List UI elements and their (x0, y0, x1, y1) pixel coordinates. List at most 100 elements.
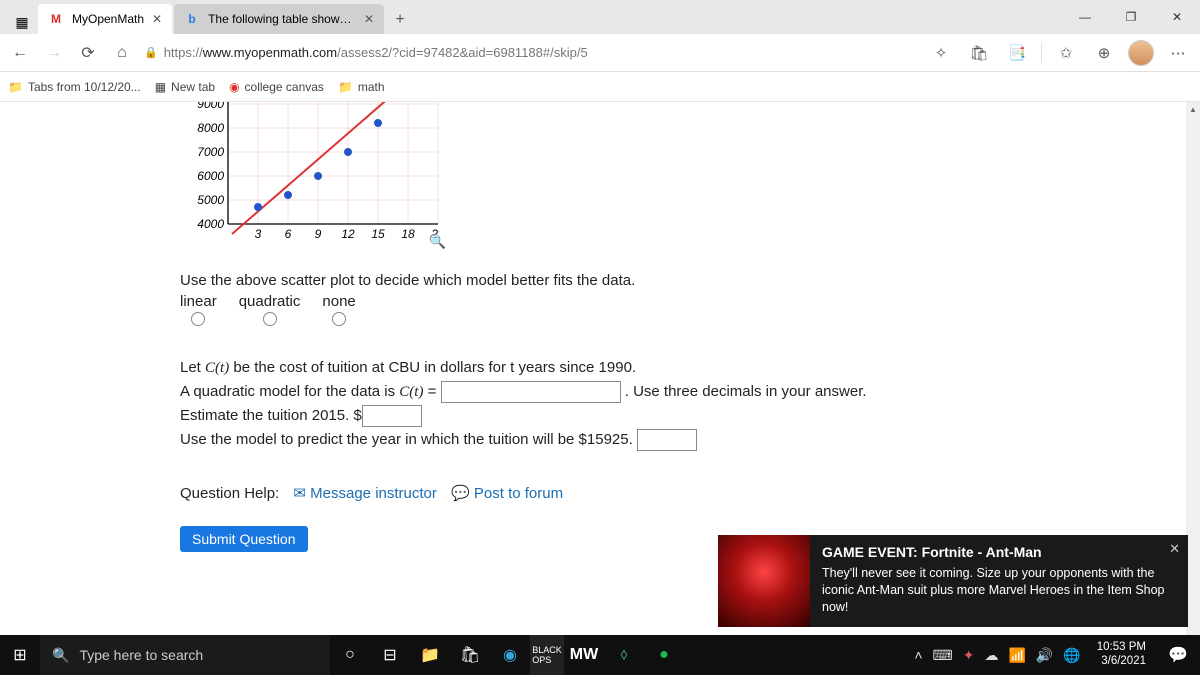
svg-text:9: 9 (315, 227, 322, 241)
collections-icon[interactable]: ⊕ (1090, 39, 1118, 67)
windows-taskbar: ⊞ 🔍 Type here to search ○ ⊟ 📁 🛍 ◉ BLACKO… (0, 635, 1200, 675)
favicon-b: b (184, 11, 200, 27)
bookmark-newtab[interactable]: ▦New tab (155, 80, 215, 94)
question-help: Question Help: ✉ Message instructor 💬 Po… (180, 484, 1186, 502)
year-input[interactable] (637, 429, 697, 451)
tab-title: The following table shows the tu (208, 12, 356, 26)
post-to-forum-link[interactable]: 💬 Post to forum (451, 485, 563, 502)
tracking-icon[interactable]: ✧ (927, 39, 955, 67)
svg-text:18: 18 (401, 227, 415, 241)
notification-title: GAME EVENT: Fortnite - Ant-Man (822, 543, 1176, 562)
scatter-plot: 40005000 60007000 80009000 369 121518 21 (180, 102, 440, 244)
maximize-button[interactable]: ❐ (1108, 0, 1154, 34)
game-event-notification[interactable]: GAME EVENT: Fortnite - Ant-Man They'll n… (718, 535, 1188, 627)
app-tray-icon[interactable]: ✦ (963, 647, 975, 664)
scroll-up-icon[interactable]: ▲ (1186, 102, 1200, 116)
address-bar: ← → ⟳ ⌂ 🔒 https://www.myopenmath.com/ass… (0, 34, 1200, 72)
bookmark-canvas[interactable]: ◉college canvas (229, 80, 324, 94)
url-field[interactable]: 🔒 https://www.myopenmath.com/assess2/?ci… (144, 45, 917, 60)
folder-icon: 📁 (8, 80, 23, 94)
question-paragraph-3: Estimate the tuition 2015. $ (180, 404, 1186, 428)
submit-question-button[interactable]: Submit Question (180, 526, 308, 552)
vertical-scrollbar[interactable]: ▲ (1186, 102, 1200, 635)
question-paragraph-1: Let C(t) be the cost of tuition at CBU i… (180, 356, 1186, 380)
notification-body: They'll never see it coming. Size up you… (822, 565, 1176, 616)
url-path: /assess2/?cid=97482&aid=6981188#/skip/5 (337, 45, 588, 60)
bookmark-tabs-folder[interactable]: 📁Tabs from 10/12/20... (8, 80, 141, 94)
model-input[interactable] (441, 381, 621, 403)
notification-image (718, 535, 810, 627)
close-tab-icon[interactable]: ✕ (364, 12, 374, 26)
svg-text:8000: 8000 (197, 121, 224, 135)
shopping-icon[interactable]: 🛍 (965, 39, 993, 67)
question-prompt: Use the above scatter plot to decide whi… (180, 272, 1186, 289)
refresh-button[interactable]: ⟳ (76, 41, 100, 65)
tab-myopenmath[interactable]: M MyOpenMath ✕ (38, 4, 172, 34)
home-button[interactable]: ⌂ (110, 41, 134, 65)
action-center-icon[interactable]: 💬 (1162, 639, 1194, 671)
svg-text:7000: 7000 (197, 145, 224, 159)
explorer-icon[interactable]: 📁 (410, 635, 450, 675)
mw-icon[interactable]: MW (564, 635, 604, 675)
svg-text:9000: 9000 (197, 102, 224, 111)
edge-icon[interactable]: ◉ (490, 635, 530, 675)
bethesda-icon[interactable]: ⬨ (604, 635, 644, 675)
svg-text:4000: 4000 (197, 217, 224, 231)
menu-button[interactable]: ⋯ (1164, 39, 1192, 67)
radio-icon[interactable] (263, 312, 277, 326)
lock-icon: 🔒 (144, 46, 158, 59)
favicon-m: M (48, 11, 64, 27)
volume-icon[interactable]: 🔊 (1036, 647, 1053, 664)
start-button[interactable]: ⊞ (0, 635, 40, 675)
profile-avatar[interactable] (1128, 40, 1154, 66)
new-tab-button[interactable]: + (386, 6, 414, 34)
option-quadratic[interactable]: quadratic (239, 293, 301, 326)
radio-icon[interactable] (191, 312, 205, 326)
back-button[interactable]: ← (8, 41, 32, 65)
tab-table[interactable]: b The following table shows the tu ✕ (174, 4, 384, 34)
zoom-icon[interactable]: 🔍 (429, 233, 446, 250)
blackops-icon[interactable]: BLACKOPS (530, 635, 564, 675)
close-notification-button[interactable]: ✕ (1169, 541, 1180, 557)
search-placeholder: Type here to search (79, 647, 203, 663)
bookmark-math[interactable]: 📁math (338, 80, 385, 94)
canvas-icon: ◉ (229, 80, 239, 94)
wifi-icon[interactable]: 📶 (1008, 647, 1025, 664)
forward-button: → (42, 41, 66, 65)
model-options: linear quadratic none (180, 293, 1186, 326)
taskbar-clock[interactable]: 10:53 PM 3/6/2021 (1091, 641, 1152, 669)
taskbar-search[interactable]: 🔍 Type here to search (40, 635, 330, 675)
spotify-icon[interactable]: ● (644, 635, 684, 675)
option-none[interactable]: none (322, 293, 355, 326)
svg-text:5000: 5000 (197, 193, 224, 207)
cortana-icon[interactable]: ○ (330, 635, 370, 675)
url-prefix: https:// (164, 45, 203, 60)
search-icon: 🔍 (52, 647, 69, 664)
option-linear[interactable]: linear (180, 293, 217, 326)
tab-actions-icon[interactable]: ▦ (10, 10, 34, 34)
svg-text:15: 15 (371, 227, 385, 241)
message-instructor-link[interactable]: ✉ Message instructor (293, 485, 436, 502)
reader-icon[interactable]: 📑 (1003, 39, 1031, 67)
minimize-button[interactable]: — (1062, 0, 1108, 34)
radio-icon[interactable] (332, 312, 346, 326)
task-view-icon[interactable]: ⊟ (370, 635, 410, 675)
onedrive-icon[interactable]: ☁ (984, 647, 998, 664)
svg-text:3: 3 (255, 227, 262, 241)
keyboard-icon[interactable]: ⌨ (933, 647, 953, 664)
question-paragraph-4: Use the model to predict the year in whi… (180, 428, 1186, 452)
chevron-up-icon[interactable]: ˄ (914, 647, 922, 663)
url-host: www.myopenmath.com (203, 45, 337, 60)
favorites-icon[interactable]: ✩ (1052, 39, 1080, 67)
page-icon: ▦ (155, 80, 166, 94)
tab-title: MyOpenMath (72, 12, 144, 26)
browser-titlebar: ▦ M MyOpenMath ✕ b The following table s… (0, 0, 1200, 34)
close-tab-icon[interactable]: ✕ (152, 12, 162, 26)
language-icon[interactable]: 🌐 (1063, 647, 1080, 664)
svg-text:12: 12 (341, 227, 355, 241)
close-window-button[interactable]: ✕ (1154, 0, 1200, 34)
question-paragraph-2: A quadratic model for the data is C(t) =… (180, 380, 1186, 404)
store-icon[interactable]: 🛍 (450, 635, 490, 675)
bookmarks-bar: 📁Tabs from 10/12/20... ▦New tab ◉college… (0, 72, 1200, 102)
tuition-2015-input[interactable] (362, 405, 422, 427)
